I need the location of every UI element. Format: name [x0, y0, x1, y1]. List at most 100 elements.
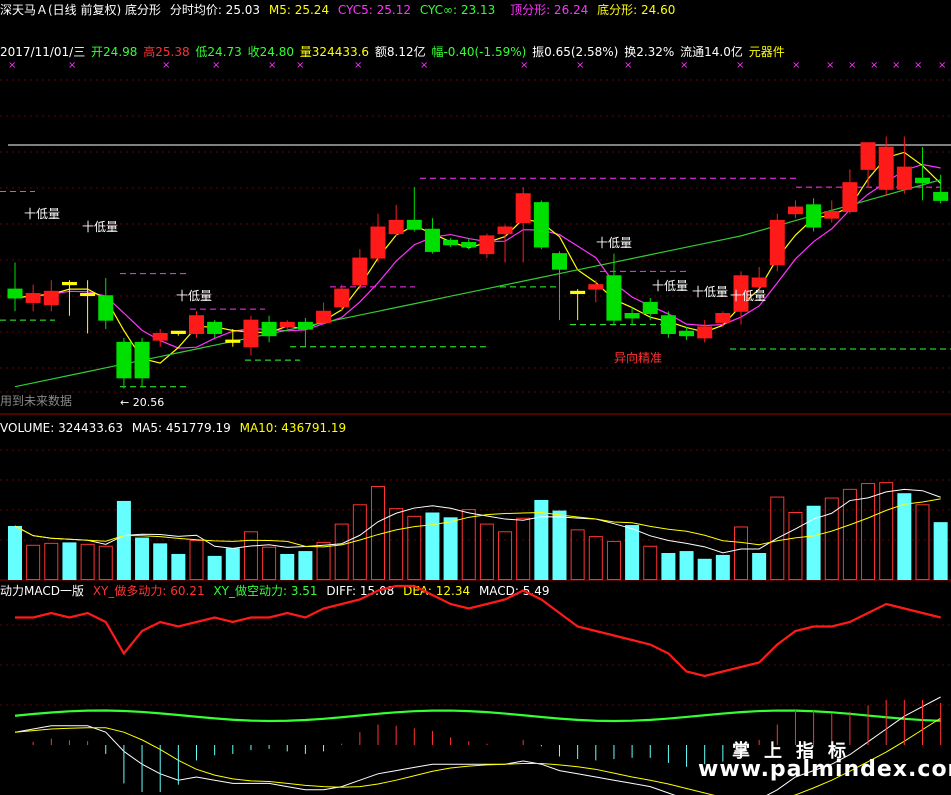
volume-bar — [298, 551, 313, 580]
cyc5-line — [14, 163, 941, 349]
candle — [334, 284, 350, 312]
candle-body — [7, 288, 23, 299]
candle — [552, 251, 567, 321]
volume-bar — [715, 554, 730, 580]
marker-cross: × — [420, 60, 428, 71]
candle-body — [624, 313, 640, 319]
candle-body — [479, 235, 495, 255]
watermark-url: www.palmindex.com — [698, 757, 951, 782]
candle-body — [606, 275, 622, 321]
candle-body — [134, 341, 150, 379]
candle-body — [588, 284, 604, 290]
marker-cross: × — [938, 60, 946, 71]
volume-bar — [879, 482, 894, 581]
volume-bar — [425, 512, 440, 580]
volume-bar — [207, 555, 222, 580]
candle-body — [98, 295, 114, 321]
volume-bar — [788, 512, 803, 580]
candle-body — [769, 219, 785, 266]
bear-power-line — [14, 709, 941, 723]
candle-body — [660, 315, 676, 334]
volume-bar — [516, 517, 531, 580]
marker-cross: × — [848, 60, 856, 71]
candle — [388, 204, 404, 236]
min-price-label: ← 20.56 — [120, 396, 164, 409]
volume-bar — [352, 504, 367, 580]
candle-body — [424, 228, 440, 252]
volume-bar — [498, 531, 513, 580]
candle — [424, 218, 440, 254]
marker-cross: × — [162, 60, 170, 71]
marker-cross: × — [826, 60, 834, 71]
candle — [824, 200, 840, 223]
candle-body — [787, 206, 803, 215]
volume-bar — [189, 539, 204, 581]
volume-bar — [26, 544, 41, 580]
candle — [515, 187, 531, 263]
candle-body — [533, 202, 549, 248]
kline-chart[interactable]: × × × × × × × × × × × × × × × × × × × × 十低量十低量十低量十低量十低量 十低量十… — [0, 0, 951, 795]
candle — [660, 311, 676, 338]
candle-body — [406, 219, 422, 230]
volume-bar — [225, 548, 240, 580]
candle — [25, 284, 41, 312]
grid-lines: × × × × × × × × × × × × × × × × × × × × — [0, 60, 951, 706]
candle-body — [207, 321, 223, 334]
marker-cross: × — [520, 60, 528, 71]
candle — [606, 253, 622, 325]
candle-body — [806, 204, 822, 228]
candle-body — [552, 253, 567, 270]
candle-body — [515, 193, 531, 224]
candle — [225, 329, 241, 347]
candle-body — [842, 182, 858, 212]
marker-cross: × — [914, 60, 922, 71]
volume-bar — [697, 558, 712, 580]
low-volume-tag: 十低量 — [82, 220, 118, 234]
volume-bar — [679, 551, 694, 580]
candle-body — [61, 281, 77, 286]
marker-cross: × — [8, 60, 16, 71]
volume-bar — [842, 488, 857, 581]
candle-body — [461, 242, 477, 248]
low-volume-tag: 十低量 — [596, 236, 632, 250]
bull-power-line — [15, 584, 941, 678]
candle-body — [388, 219, 404, 235]
candle — [370, 213, 386, 263]
volume-bar — [588, 536, 603, 580]
low-volume-tag: 十低量 — [652, 279, 688, 293]
volume-bar — [625, 525, 640, 580]
volume-bar — [44, 542, 59, 580]
candle — [316, 302, 332, 325]
candle-body — [279, 321, 295, 328]
low-volume-tag: 十低量 — [692, 285, 728, 299]
candle — [915, 147, 930, 201]
candle-body — [43, 290, 59, 306]
candle-body — [443, 239, 459, 246]
candle-body — [316, 310, 332, 323]
candle-body — [116, 341, 132, 379]
volume-bar — [389, 508, 404, 580]
marker-cross: × — [870, 60, 878, 71]
future-data-note: 用到未来数据 — [0, 393, 72, 408]
low-volume-tag: 十低量 — [730, 289, 766, 303]
candle-body — [225, 339, 241, 343]
candle — [806, 198, 822, 232]
candle — [588, 280, 604, 303]
volume-bar — [752, 553, 767, 580]
candle — [261, 315, 277, 343]
marker-cross: × — [680, 60, 688, 71]
candle — [751, 266, 767, 290]
candlesticks — [7, 136, 949, 389]
candle-body — [697, 326, 713, 339]
candle-body — [642, 301, 658, 315]
candle — [497, 224, 513, 263]
candle-body — [824, 210, 840, 219]
volume-bar — [98, 545, 113, 580]
candle — [43, 280, 59, 312]
candle-body — [497, 226, 513, 235]
candle — [787, 200, 803, 219]
marker-cross: × — [576, 60, 584, 71]
volume-bar — [62, 542, 77, 580]
candle — [207, 320, 223, 338]
candle — [170, 330, 186, 336]
